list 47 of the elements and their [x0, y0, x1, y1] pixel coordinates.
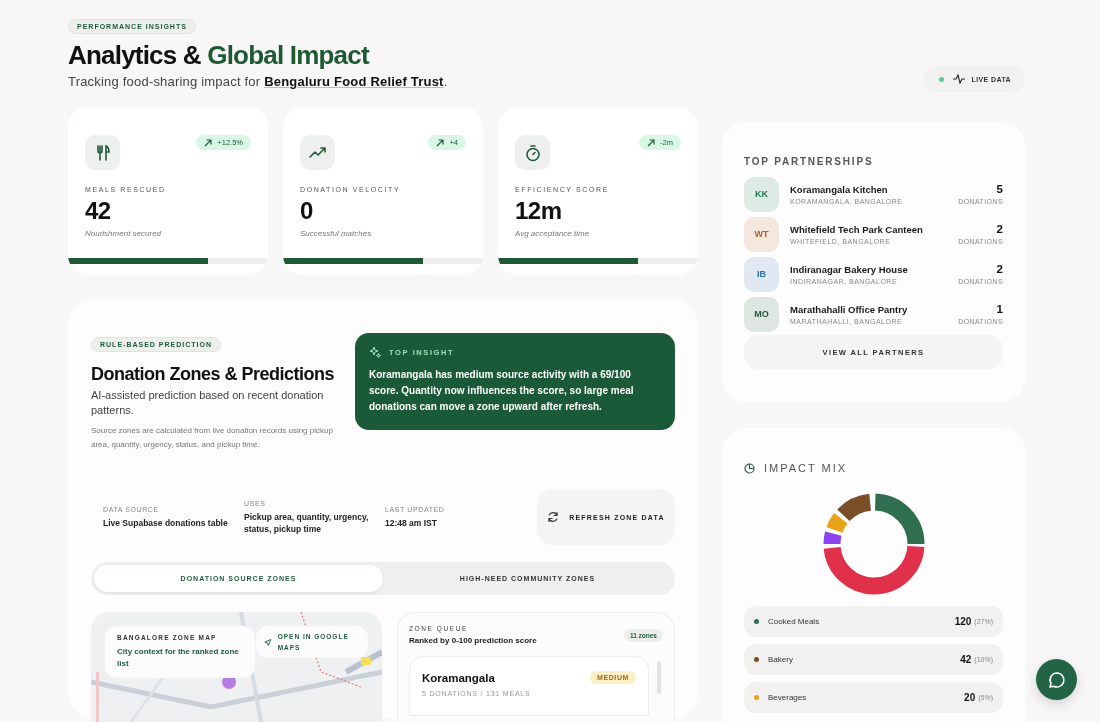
stat-caption: Successful matches	[300, 229, 373, 238]
stat-value: 42	[85, 197, 112, 225]
legend-label: Beverages	[768, 693, 808, 702]
refresh-icon	[547, 511, 560, 523]
legend-label: Cooked Meals	[768, 617, 821, 626]
chat-bubble-icon	[1047, 670, 1066, 689]
page-title: Analytics & Global Impact	[68, 40, 371, 70]
partner-avatar: IB	[744, 256, 779, 292]
section-description: Source zones are calculated from live donation records using pickup area, quantity, urgency, status, and pickup time.	[91, 425, 334, 451]
partner-name: Indiranagar Bakery House	[790, 263, 909, 275]
section-subtitle: AI-assisted prediction based on recent donation patterns.	[91, 388, 325, 418]
stat-caption: Avg acceptance time	[515, 229, 591, 238]
stat-value: 0	[300, 197, 314, 225]
donation-count: 5	[995, 183, 1003, 195]
stat-value: 12m	[515, 197, 563, 225]
pulse-icon	[953, 74, 966, 84]
page-subtitle: Tracking food-sharing impact for Bengaluru Food Relief Trust.	[68, 74, 449, 89]
pie-chart-icon	[744, 462, 755, 474]
legend-label: Bakery	[768, 655, 794, 664]
meta-value: Live Supabase donations table	[103, 516, 229, 529]
partner-name: Koramangala Kitchen	[790, 183, 889, 195]
donation-count: 2	[995, 223, 1003, 235]
meta-value: 12:48 am IST	[385, 516, 438, 529]
legend-value: 20	[964, 692, 976, 703]
partner-avatar: MO	[744, 296, 779, 332]
partner-avatar: WT	[744, 216, 779, 252]
organization-link[interactable]: Bengaluru Food Relief Trust	[264, 74, 444, 89]
donation-count: 2	[995, 263, 1003, 275]
card-title: IMPACT MIX	[764, 462, 848, 474]
navigation-arrow-icon	[264, 637, 272, 647]
zone-name: Koramangala	[422, 671, 495, 684]
queue-subtitle: Ranked by 0-100 prediction score	[409, 636, 537, 645]
card-title: TOP PARTNERSHIPS	[744, 156, 875, 167]
insight-text: Koramangala has medium source activity with a 69/100 score. Quantity now influences the score, so large meal donations can move a zone upward after refresh.	[369, 368, 635, 414]
chat-button[interactable]	[1036, 659, 1077, 700]
stat-caption: Nourishment secured	[85, 229, 163, 238]
meta-value: Pickup area, quantity, urgency, status, pickup time	[244, 510, 370, 535]
legend-value: 120	[954, 616, 972, 627]
sparkle-icon	[369, 346, 381, 358]
section-title: Donation Zones & Predictions	[91, 364, 336, 385]
legend-value: 42	[960, 654, 972, 665]
partner-avatar: KK	[744, 176, 779, 212]
stopwatch-icon	[523, 143, 542, 162]
partner-name: Marathahalli Office Pantry	[790, 303, 909, 315]
map-caption: City context for the ranked zone list	[117, 646, 240, 670]
donation-count: 1	[995, 303, 1003, 315]
partner-name: Whitefield Tech Park Canteen	[790, 223, 924, 235]
